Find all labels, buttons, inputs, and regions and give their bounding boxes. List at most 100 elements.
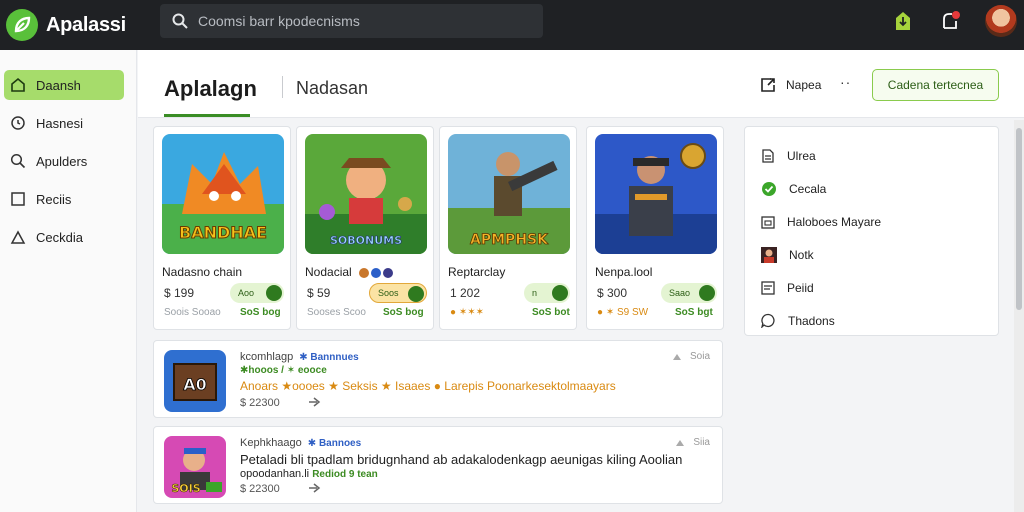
app-card-artwork [595, 134, 717, 254]
panel-item-label: Thadons [788, 313, 835, 328]
leaf-logo-icon [6, 9, 38, 41]
app-logo[interactable]: Apalassi [6, 9, 126, 41]
panel-item-completed[interactable]: Cecala [745, 172, 998, 205]
download-icon[interactable] [892, 10, 914, 32]
app-card[interactable]: APMPHSK Reptarclay 1 202 n ● ✶✶✶ SoS bot [439, 126, 577, 330]
sidebar-item-checklist[interactable]: Ceckdia [4, 222, 124, 252]
app-card-title-text: Nodacial [305, 265, 352, 279]
list-item-artwork: SOIS [164, 436, 226, 498]
panel-item-list[interactable]: Peiid [745, 271, 998, 304]
app-card-artwork: SOBONUMS [305, 134, 427, 254]
chat-icon [761, 313, 775, 328]
primary-cta-button[interactable]: Cadena tertecnea [872, 69, 999, 101]
app-card-link[interactable]: SoS bgt [675, 307, 713, 318]
install-pill[interactable]: Saao [661, 283, 717, 303]
top-bar: Apalassi [0, 0, 1024, 50]
app-card-title: Reptarclay [448, 265, 506, 279]
card-art-text: SOBONUMS [330, 234, 402, 247]
app-card[interactable]: SOBONUMS Nodacial $ 59 Soos Sooses Scoo … [296, 126, 434, 330]
list-item-artwork: A0 [164, 350, 226, 412]
sidebar-item-search[interactable]: Apulders [4, 146, 124, 176]
pill-toggle-icon [552, 285, 568, 301]
square-icon [11, 192, 25, 206]
search-bar[interactable] [160, 4, 543, 38]
install-pill[interactable]: Soos [369, 283, 427, 303]
page-subtitle-tab[interactable]: Nadasan [296, 78, 368, 99]
install-pill[interactable]: n [524, 283, 570, 303]
search-icon [172, 13, 188, 29]
pill-label: Saao [669, 288, 691, 298]
app-card-artwork: BANDHAE [162, 134, 284, 254]
sidebar-item-label: Hasnesi [36, 115, 83, 131]
badge-icons [359, 267, 394, 278]
list-item-price: $ 22300 [240, 397, 280, 409]
sidebar-item-label: Reciis [36, 191, 72, 207]
panel-item-library[interactable]: Ulrea [745, 139, 998, 172]
avatar-icon [761, 246, 777, 263]
app-name: Apalassi [46, 13, 126, 36]
panel-item-calendar[interactable]: Haloboes Mayare [745, 205, 998, 238]
app-card-meta: Sooses Scoo [307, 307, 366, 318]
more-options-button[interactable]: ·· [840, 74, 851, 90]
app-card-artwork: APMPHSK [448, 134, 570, 254]
list-item-subtitle: ✱hooos / ✶ eooce [240, 365, 327, 376]
up-triangle-icon [676, 439, 685, 446]
scrollbar-thumb[interactable] [1016, 128, 1022, 310]
app-card[interactable]: Nenpa.lool $ 300 Saao ● ✶ S9 SW SoS bgt [586, 126, 724, 330]
app-card-title: Nadasno chain [162, 265, 243, 279]
share-icon[interactable] [308, 395, 324, 414]
app-card-price: $ 300 [597, 286, 628, 300]
pill-toggle-icon [266, 285, 282, 301]
home-icon [11, 77, 25, 92]
share-icon[interactable] [308, 481, 324, 500]
page-header: Aplalagn Nadasan Napea ·· Cadena tertecn… [138, 50, 1024, 118]
pill-toggle-icon [408, 286, 424, 302]
install-pill[interactable]: Aoo [230, 283, 284, 303]
vertical-scrollbar[interactable] [1014, 120, 1024, 512]
triangle-icon [10, 230, 26, 244]
list-icon [761, 280, 775, 295]
pill-toggle-icon [699, 285, 715, 301]
list-item-action-label: Soia [689, 351, 710, 362]
app-card-link[interactable]: SoS bog [383, 307, 424, 318]
check-circle-icon [762, 181, 776, 196]
list-art-text: A0 [183, 375, 207, 394]
panel-item-label: Cecala [789, 181, 827, 196]
list-item[interactable]: SOIS Kephkhaago ✱ Bannoes Petaladi bli tp… [153, 426, 723, 504]
app-card-title: Nenpa.lool [595, 265, 653, 279]
sidebar: Daansh Hasnesi Apulders Reciis Ceckdia [0, 50, 137, 512]
panel-item-messages[interactable]: Thadons [745, 304, 998, 337]
list-item-badge: ✱ Bannnues [299, 352, 359, 363]
export-button[interactable]: Napea [760, 77, 821, 93]
list-item-description-line: opoodanhan.li [240, 468, 310, 480]
app-card[interactable]: BANDHAE Nadasno chain $ 199 Aoo Soois So… [153, 126, 291, 330]
sidebar-item-label: Apulders [36, 153, 88, 169]
sidebar-item-history[interactable]: Hasnesi [4, 108, 124, 138]
pill-label: Aoo [238, 288, 255, 298]
list-item-tags: Anoars ★oooes ★ Seksis ★ Isaaes ● Larepi… [240, 379, 616, 393]
panel-item-profile[interactable]: Notk [745, 238, 998, 271]
user-avatar[interactable] [985, 5, 1017, 37]
sidebar-item-recent[interactable]: Reciis [4, 184, 124, 214]
list-item-action-label: Siia [693, 437, 710, 448]
card-art-text: BANDHAE [179, 223, 267, 242]
panel-item-label: Peiid [787, 280, 814, 295]
title-divider [282, 76, 283, 98]
app-card-price: $ 59 [307, 286, 331, 300]
sidebar-item-label: Ceckdia [36, 229, 83, 245]
app-card-meta: Soois Sooao [164, 307, 221, 318]
sidebar-item-dashboard[interactable]: Daansh [4, 70, 124, 100]
list-item-action[interactable]: Soia [672, 351, 710, 362]
notification-icon[interactable] [940, 10, 962, 32]
search-input[interactable] [198, 13, 518, 29]
list-item-action[interactable]: Siia [675, 437, 710, 448]
app-card-meta: ● ✶✶✶ [450, 307, 484, 318]
app-card-link[interactable]: SoS bog [240, 307, 281, 318]
app-card-link[interactable]: SoS bot [532, 307, 570, 318]
calendar-icon [761, 215, 775, 229]
list-item-description-line: Petaladi bli tpadlam bridugnhand ab adak… [240, 452, 683, 467]
list-item-badge: ✱ Bannoes [307, 438, 362, 449]
up-triangle-icon [672, 353, 681, 360]
list-item[interactable]: A0 kcomhlagp ✱ Bannnues ✱hooos / ✶ eooce … [153, 340, 723, 418]
panel-item-label: Haloboes Mayare [787, 214, 882, 229]
